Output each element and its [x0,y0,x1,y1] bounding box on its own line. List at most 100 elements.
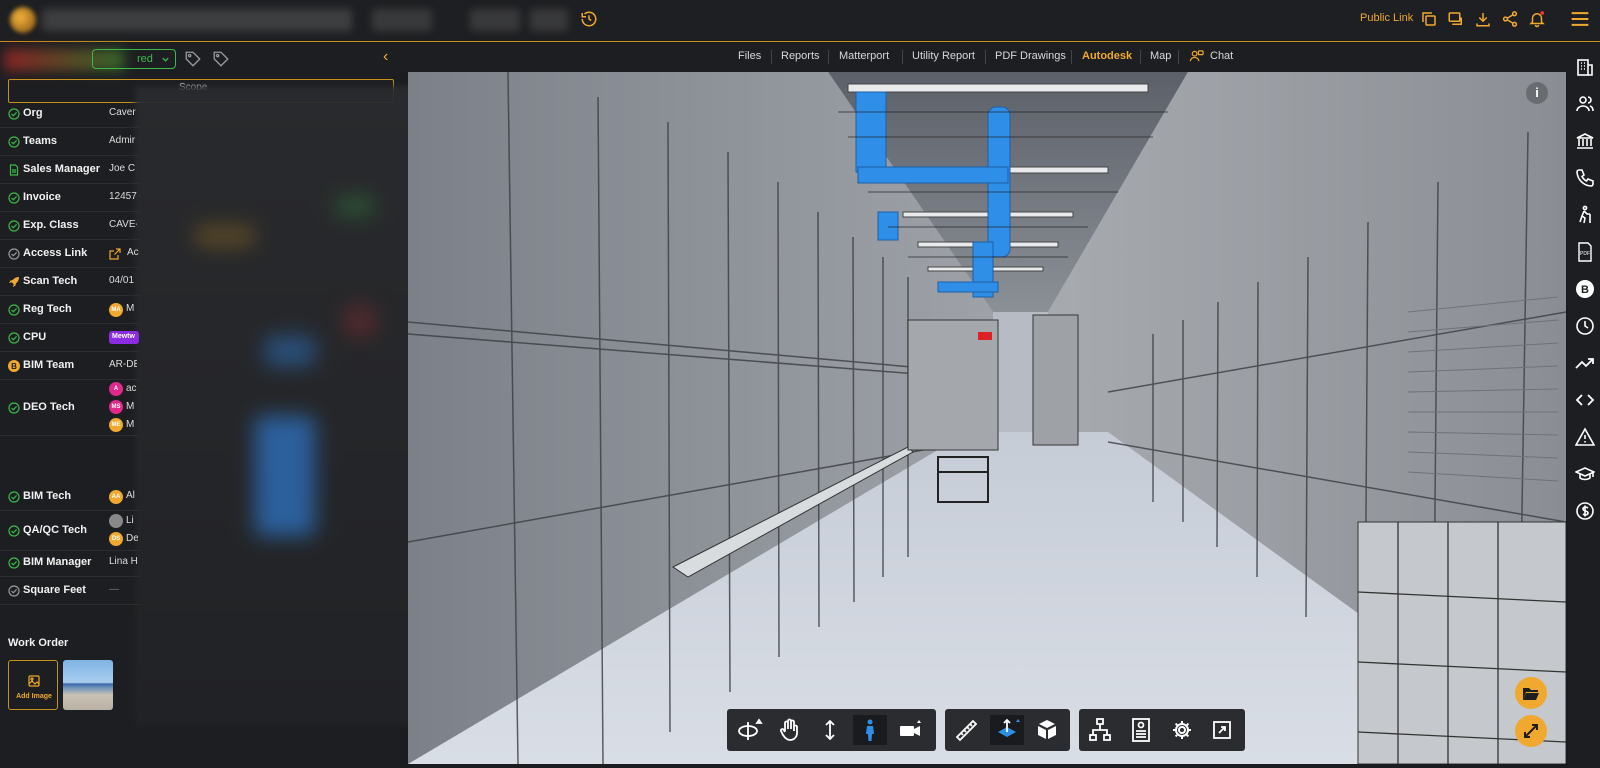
bank-icon[interactable] [1575,131,1595,151]
tab-pdf-drawings[interactable]: PDF Drawings [995,50,1066,62]
deo-tech-label: DEO Tech [23,401,75,413]
b-circle-icon[interactable]: B [1575,279,1595,299]
tab-utility-report[interactable]: Utility Report [912,50,975,62]
add-image-button[interactable]: Add Image [8,660,58,710]
orbit-icon[interactable] [733,715,767,745]
settings-gear-icon[interactable] [1165,715,1199,745]
collapse-panel-chevron-icon[interactable]: ‹ [383,48,388,66]
measure-toolbar [945,709,1070,751]
tab-map[interactable]: Map [1150,50,1171,62]
building-icon[interactable] [1575,57,1595,77]
clock-icon[interactable] [1575,316,1595,336]
phone-icon[interactable] [1575,168,1595,188]
check-circle-icon [8,108,20,120]
pdf-icon[interactable]: PDF [1575,242,1595,262]
row-reg-tech: Reg Tech MA M [0,296,140,324]
public-link-button[interactable]: Public Link [1360,12,1413,24]
bell-icon[interactable] [1528,10,1546,28]
graduation-cap-icon[interactable] [1575,464,1595,484]
blurred-blob-amber [195,226,255,246]
bim-tech-value: Al [126,490,135,501]
tag-outline-icon[interactable] [212,50,230,68]
settings-toolbar [1079,709,1245,751]
row-bim-team: B BIM Team AR-DE [0,352,140,380]
org-value: Caver [109,107,136,118]
svg-text:B: B [11,362,17,371]
first-person-icon[interactable] [853,715,887,745]
check-circle-icon [8,248,20,260]
tab-divider [902,50,903,64]
blurred-button-2[interactable] [470,9,520,31]
warning-icon[interactable] [1575,427,1595,447]
blurred-blob-red [345,306,375,336]
model-browser-icon[interactable] [1083,715,1117,745]
tag-icon[interactable] [184,50,202,68]
explode-cube-icon[interactable] [1030,715,1064,745]
reg-tech-value: M [126,303,135,314]
code-icon[interactable] [1575,390,1595,410]
sales-manager-label: Sales Manager [23,163,101,175]
access-link-value[interactable]: Ac [127,247,139,258]
tab-divider [828,50,829,64]
project-details-panel: red ‹ Scope Org Caver Teams Admir Sales … [0,43,425,768]
row-cpu: CPU Mewtw [0,324,140,352]
expand-view-button[interactable] [1515,715,1547,747]
b-circle-icon: B [8,360,20,372]
hiker-icon[interactable] [1575,205,1595,225]
work-order-title: Work Order [8,637,69,649]
measure-ruler-icon[interactable] [949,715,983,745]
dolly-arrows-icon[interactable] [813,715,847,745]
tab-autodesk[interactable]: Autodesk [1082,50,1132,62]
blurred-blob-blue-2 [265,336,315,366]
camera-icon[interactable] [893,715,927,745]
svg-text:B: B [1581,284,1589,296]
history-icon[interactable] [580,10,598,28]
info-button[interactable]: i [1526,82,1548,104]
row-deo-tech: DEO Tech A ac MS M ME M [0,380,140,436]
tab-divider [1178,50,1179,64]
svg-text:PDF: PDF [1580,251,1590,257]
blurred-blob-green [335,196,375,216]
dollar-circle-icon[interactable] [1575,501,1595,521]
hamburger-menu-icon[interactable] [1570,10,1590,28]
status-dropdown[interactable]: red [92,49,176,69]
row-bim-manager: BIM Manager Lina H [0,549,140,577]
users-icon[interactable] [1575,94,1595,114]
bim-manager-label: BIM Manager [23,556,92,568]
trending-up-icon[interactable] [1575,353,1595,373]
tab-matterport[interactable]: Matterport [839,50,889,62]
tab-reports[interactable]: Reports [781,50,820,62]
square-feet-label: Square Feet [23,584,86,596]
project-title-blurred [42,9,352,31]
autodesk-3d-viewer[interactable] [408,72,1566,764]
sales-manager-value: Joe C [109,163,136,174]
status-label: red [137,53,153,65]
teams-label: Teams [23,135,58,147]
tab-chat[interactable]: Chat [1210,50,1233,62]
company-logo[interactable] [10,7,36,33]
tab-files[interactable]: Files [738,50,761,62]
row-sales-manager: Sales Manager Joe C [0,156,140,184]
reg-tech-avatar: MA [109,303,123,317]
chat-person-icon[interactable] [1189,49,1204,64]
message-icon[interactable] [1447,10,1465,28]
pan-hand-icon[interactable] [773,715,807,745]
blurred-button-3[interactable] [530,9,568,31]
work-order-image-thumbnail[interactable] [63,660,113,710]
bim-team-value: AR-DE [109,359,137,370]
blurred-button-1[interactable] [372,9,432,31]
open-folder-button[interactable] [1515,677,1547,709]
external-link-icon[interactable] [109,248,121,260]
bim-tech-label: BIM Tech [23,490,72,502]
check-circle-icon [8,557,20,569]
fullscreen-icon[interactable] [1205,715,1239,745]
section-plane-icon[interactable] [990,715,1024,745]
properties-icon[interactable] [1124,715,1158,745]
exp-class-label: Exp. Class [23,219,79,231]
share-icon[interactable] [1501,10,1519,28]
tab-divider [985,50,986,64]
bim-model-render [408,72,1566,764]
deo-name-1: ac [126,383,137,394]
copy-icon[interactable] [1420,10,1438,28]
download-icon[interactable] [1474,10,1492,28]
